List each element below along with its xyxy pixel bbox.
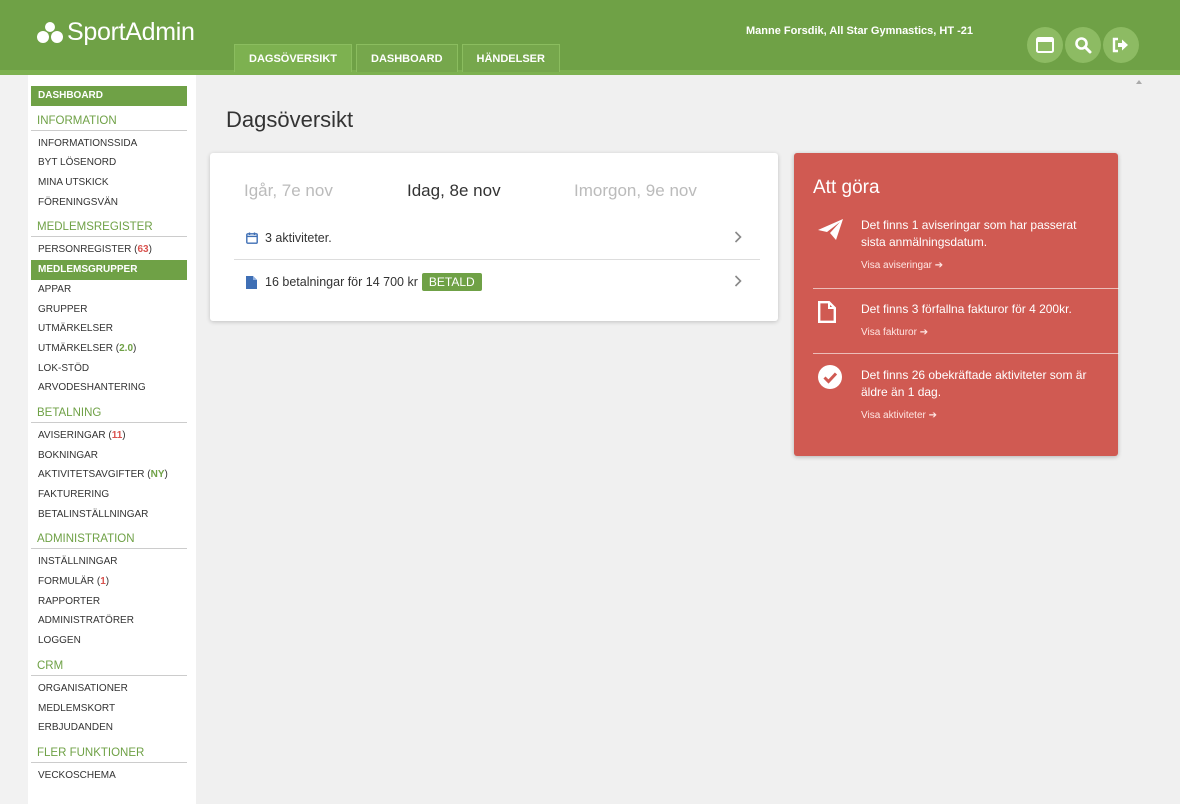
- todo-panel: Att göra Det finns 1 aviseringar som har…: [794, 153, 1119, 456]
- logo-icon: [37, 21, 63, 43]
- document-icon: [818, 301, 836, 323]
- sidebar-item-administratorer[interactable]: ADMINISTRATÖRER: [31, 611, 187, 631]
- sidebar-item-foreningsvan[interactable]: FÖRENINGSVÄN: [31, 193, 187, 213]
- tab-dashboard[interactable]: DASHBOARD: [356, 44, 458, 72]
- todo-item: Det finns 1 aviseringar som har passerat…: [861, 217, 1101, 274]
- todo-link-label: Visa aviseringar: [861, 260, 932, 271]
- sidebar-menu: DASHBOARD INFORMATION INFORMATIONSSIDA B…: [31, 86, 187, 786]
- sidebar-item-aviseringar[interactable]: AVISERINGAR (11): [31, 426, 187, 446]
- row-divider: [234, 259, 760, 260]
- day-overview-card: Igår, 7e nov Idag, 8e nov Imorgon, 9e no…: [210, 153, 778, 321]
- logout-icon: [1112, 37, 1128, 53]
- todo-text: Det finns 1 aviseringar som har passerat…: [861, 218, 1077, 249]
- chevron-right-icon: [734, 274, 742, 290]
- user-info[interactable]: Manne Forsdik, All Star Gymnastics, HT -…: [746, 25, 973, 37]
- sidebar-item-byt-losenord[interactable]: BYT LÖSENORD: [31, 153, 187, 173]
- sidebar-item-utmarkelser-2[interactable]: UTMÄRKELSER (2.0): [31, 339, 187, 359]
- sidebar-item-rapporter[interactable]: RAPPORTER: [31, 592, 187, 612]
- sidebar-item-erbjudanden[interactable]: ERBJUDANDEN: [31, 718, 187, 738]
- todo-link-label: Visa fakturor: [861, 327, 917, 338]
- sidebar-item-label: FORMULÄR: [38, 576, 95, 588]
- sidebar-item-arvodeshantering[interactable]: ARVODESHANTERING: [31, 378, 187, 398]
- prev-day-link[interactable]: Igår, 7e nov: [244, 181, 333, 201]
- tab-handelser[interactable]: HÄNDELSER: [461, 44, 560, 72]
- window-icon: [1036, 37, 1054, 53]
- scrollbar[interactable]: [1132, 75, 1146, 804]
- new-tag: NY: [150, 469, 165, 481]
- next-day-link[interactable]: Imorgon, 9e nov: [574, 181, 697, 201]
- activities-row[interactable]: 3 aktiviteter.: [246, 218, 760, 258]
- sidebar-item-label: AVISERINGAR: [38, 429, 106, 441]
- section-crm: CRM: [31, 655, 187, 676]
- sidebar-item-personregister[interactable]: PERSONREGISTER (63): [31, 240, 187, 260]
- formular-count: 1: [100, 576, 106, 588]
- sidebar-item-label: AKTIVITETSAVGIFTER: [38, 469, 145, 481]
- sidebar-item-informationssida[interactable]: INFORMATIONSSIDA: [31, 134, 187, 154]
- sidebar-edge: [0, 75, 28, 804]
- payments-row[interactable]: 16 betalningar för 14 700 kr BETALD: [246, 262, 760, 302]
- sidebar-item-appar[interactable]: APPAR: [31, 280, 187, 300]
- calendar-icon: [246, 232, 258, 244]
- todo-link-label: Visa aktiviteter: [861, 410, 926, 421]
- arrow-right-icon: ➔: [934, 260, 944, 271]
- logout-button[interactable]: [1103, 27, 1139, 63]
- top-tabs: DAGSÖVERSIKT DASHBOARD HÄNDELSER: [234, 44, 560, 72]
- chevron-right-icon: [734, 230, 742, 246]
- todo-link[interactable]: Visa aktiviteter ➔: [861, 407, 1101, 424]
- scroll-up-icon: [1136, 80, 1142, 84]
- todo-text: Det finns 26 obekräftade aktiviteter som…: [861, 368, 1087, 399]
- paper-plane-icon: [818, 219, 843, 240]
- sidebar-item-label: PERSONREGISTER: [38, 244, 132, 256]
- todo-divider: [813, 353, 1119, 354]
- sidebar-item-grupper[interactable]: GRUPPER: [31, 300, 187, 320]
- sidebar-item-loggen[interactable]: LOGGEN: [31, 631, 187, 651]
- page-title: Dagsöversikt: [226, 107, 354, 132]
- arrow-right-icon: ➔: [928, 410, 938, 421]
- personregister-count: 63: [137, 244, 149, 256]
- sidebar-item-betalinstallningar[interactable]: BETALINSTÄLLNINGAR: [31, 505, 187, 525]
- section-information: INFORMATION: [31, 110, 187, 131]
- todo-divider: [813, 288, 1119, 289]
- sidebar-item-aktivitetsavgifter[interactable]: AKTIVITETSAVGIFTER (NY): [31, 465, 187, 485]
- sidebar-item-mina-utskick[interactable]: MINA UTSKICK: [31, 173, 187, 193]
- version-tag: 2.0: [119, 342, 134, 354]
- status-badge: BETALD: [421, 273, 482, 291]
- section-medlemsregister: MEDLEMSREGISTER: [31, 216, 187, 238]
- sidebar-item-bokningar[interactable]: BOKNINGAR: [31, 446, 187, 466]
- sidebar-item-fakturering[interactable]: FAKTURERING: [31, 485, 187, 505]
- logo-text: SportAdmin: [67, 18, 195, 46]
- arrow-right-icon: ➔: [919, 327, 929, 338]
- search-icon: [1075, 37, 1092, 54]
- section-betalning: BETALNING: [31, 402, 187, 423]
- window-button[interactable]: [1027, 27, 1063, 63]
- sidebar-item-veckoschema[interactable]: VECKOSCHEMA: [31, 766, 187, 786]
- sidebar-item-medlemsgrupper[interactable]: MEDLEMSGRUPPER: [31, 260, 187, 280]
- todo-item: Det finns 3 förfallna fakturor för 4 200…: [861, 301, 1101, 341]
- sidebar-item-organisationer[interactable]: ORGANISATIONER: [31, 679, 187, 699]
- logo[interactable]: SportAdmin: [36, 18, 195, 47]
- sidebar-item-lok-stod[interactable]: LOK-STÖD: [31, 359, 187, 379]
- document-icon: [246, 275, 257, 289]
- aviseringar-count: 11: [111, 429, 123, 441]
- sidebar-item-label: UTMÄRKELSER: [38, 342, 114, 354]
- tab-dagsoversikt[interactable]: DAGSÖVERSIKT: [234, 44, 353, 72]
- payments-text: 16 betalningar för 14 700 kr: [265, 275, 418, 289]
- todo-item: Det finns 26 obekräftade aktiviteter som…: [861, 367, 1101, 424]
- sidebar-item-medlemskort[interactable]: MEDLEMSKORT: [31, 699, 187, 719]
- check-circle-icon: [818, 365, 842, 389]
- todo-link[interactable]: Visa fakturor ➔: [861, 324, 1101, 341]
- activities-text: 3 aktiviteter.: [265, 231, 332, 245]
- search-button[interactable]: [1065, 27, 1101, 63]
- sidebar-item-utmarkelser[interactable]: UTMÄRKELSER: [31, 319, 187, 339]
- section-administration: ADMINISTRATION: [31, 528, 187, 550]
- todo-title: Att göra: [813, 177, 880, 198]
- current-day: Idag, 8e nov: [407, 181, 501, 200]
- section-fler-funktioner: FLER FUNKTIONER: [31, 742, 187, 763]
- sidebar-item-formular[interactable]: FORMULÄR (1): [31, 572, 187, 592]
- sidebar-item-installningar[interactable]: INSTÄLLNINGAR: [31, 552, 187, 572]
- todo-text: Det finns 3 förfallna fakturor för 4 200…: [861, 302, 1072, 316]
- sidebar-item-dashboard[interactable]: DASHBOARD: [31, 86, 187, 106]
- todo-link[interactable]: Visa aviseringar ➔: [861, 257, 1101, 274]
